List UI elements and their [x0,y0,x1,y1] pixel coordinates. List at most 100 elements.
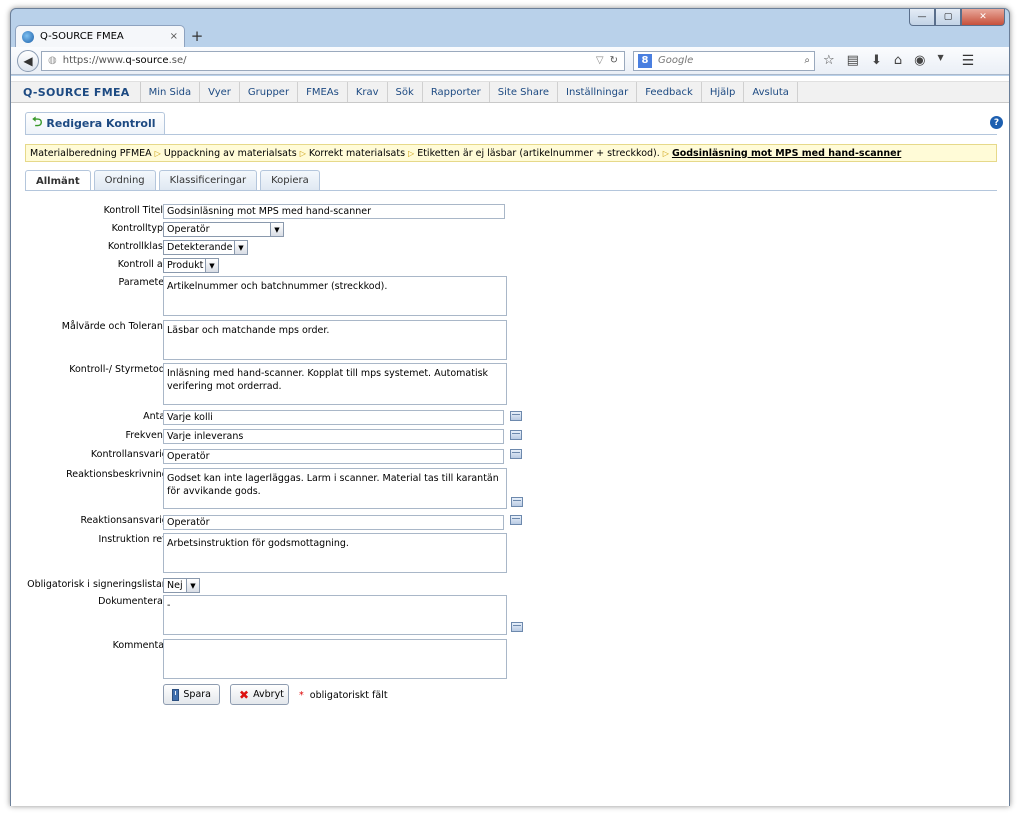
dropdown-arrow-icon[interactable]: ▽ [596,55,604,66]
tab-allmant[interactable]: Allmänt [25,170,91,191]
search-placeholder: Google [658,55,694,66]
magnifier-icon[interactable]: ⌕ [804,55,810,66]
menu-item-sok[interactable]: Sök [388,82,423,102]
form-tabs: Allmänt Ordning Klassificeringar Kopiera [25,170,320,191]
close-window-button[interactable]: ✕ [961,9,1005,26]
page-title: Redigera Kontroll [46,117,156,130]
toolbar-icons: ☆ ▤ ⬇ ⌂ ◉ ▼ [823,53,944,68]
menu-item-krav[interactable]: Krav [348,82,388,102]
class-label: Kontrollklass: [107,241,171,252]
chevron-down-icon: ▼ [186,579,199,592]
breadcrumb-separator-icon: ▷ [408,148,415,158]
menu-item-installningar[interactable]: Inställningar [558,82,638,102]
addon-dropdown-icon[interactable]: ▼ [937,53,943,68]
addon-icon[interactable]: ◉ [914,53,925,68]
browser-tab[interactable]: Q-SOURCE FMEA × [15,25,185,47]
clipboard-icon[interactable]: ▤ [847,53,859,68]
bookmark-star-icon[interactable]: ☆ [823,53,835,68]
menu-item-hjalp[interactable]: Hjälp [702,82,745,102]
doc-textarea[interactable]: - [163,595,507,635]
save-button[interactable]: Spara [163,684,220,705]
menu-item-vyer[interactable]: Vyer [200,82,240,102]
mandatory-label: Obligatorisk i signeringslistan: [27,579,171,590]
amount-picker-icon[interactable] [510,411,522,421]
download-icon[interactable]: ⬇ [871,53,882,68]
tab-ordning[interactable]: Ordning [93,170,156,190]
breadcrumb-separator-icon: ▷ [154,148,161,158]
breadcrumb-separator-icon: ▷ [662,148,669,158]
menu-item-rapporter[interactable]: Rapporter [423,82,490,102]
url-text: https://www.q-source.se/ [62,55,187,66]
tab-close-icon[interactable]: × [170,31,178,42]
reload-icon[interactable]: ↻ [610,55,618,66]
app-menu-bar: Q-SOURCE FMEA Min Sida Vyer Grupper FMEA… [11,81,1009,103]
app-brand[interactable]: Q-SOURCE FMEA [11,82,141,102]
page-header: ⮌ Redigera Kontroll [25,112,165,134]
close-icon: ✖ [239,687,250,702]
menu-item-fmeas[interactable]: FMEAs [298,82,348,102]
target-textarea[interactable]: Läsbar och matchande mps order. [163,320,507,360]
title-input[interactable]: Godsinläsning mot MPS med hand-scanner [163,204,505,219]
breadcrumb-item[interactable]: Uppackning av materialsats [164,148,297,159]
breadcrumb: Materialberedning PFMEA ▷ Uppackning av … [25,144,997,162]
mandatory-select[interactable]: Nej ▼ [163,578,200,593]
reaction-resp-picker-icon[interactable] [510,515,522,525]
freq-input[interactable]: Varje inleverans [163,429,504,444]
comment-textarea[interactable] [163,639,507,679]
method-label: Kontroll-/ Styrmetod : [69,364,171,375]
title-label: Kontroll Titel:* [104,205,171,216]
address-bar[interactable]: ◍ https://www.q-source.se/ ▽ ↻ [41,50,625,71]
breadcrumb-item[interactable]: Etiketten är ej läsbar (artikelnummer + … [417,148,660,159]
window-controls: — ▢ ✕ [909,9,1005,26]
maximize-button[interactable]: ▢ [935,9,961,26]
cancel-button[interactable]: ✖ Avbryt [230,684,289,705]
reaction-resp-input[interactable]: Operatör [163,515,504,530]
reaction-textarea[interactable]: Godset kan inte lagerläggas. Larm i scan… [163,468,507,509]
new-tab-button[interactable]: + [185,25,209,47]
param-textarea[interactable]: Artikelnummer och batchnummer (streckkod… [163,276,507,316]
instr-textarea[interactable]: Arbetsinstruktion för godsmottagning. [163,533,507,573]
breadcrumb-item[interactable]: Materialberedning PFMEA [30,148,152,159]
browser-tabstrip: Q-SOURCE FMEA × + [15,23,209,47]
by-select[interactable]: Produkt ▼ [163,258,219,273]
page-viewport: Q-SOURCE FMEA Min Sida Vyer Grupper FMEA… [11,76,1009,806]
class-select[interactable]: Detekterande ▼ [163,240,248,255]
tab-kopiera[interactable]: Kopiera [260,170,320,190]
menu-item-min-sida[interactable]: Min Sida [141,82,201,102]
breadcrumb-current[interactable]: Godsinläsning mot MPS med hand-scanner [672,148,901,159]
breadcrumb-separator-icon: ▷ [299,148,306,158]
menu-item-feedback[interactable]: Feedback [637,82,702,102]
resp-input[interactable]: Operatör [163,449,504,464]
qsource-favicon-icon [22,30,34,43]
resp-picker-icon[interactable] [510,449,522,459]
back-arrow-icon: ◀ [23,53,33,68]
tab-klassificeringar[interactable]: Klassificeringar [158,170,258,190]
back-button[interactable]: ◀ [17,49,39,72]
globe-icon: ◍ [48,55,57,66]
home-icon[interactable]: ⌂ [894,53,902,68]
menu-item-avsluta[interactable]: Avsluta [744,82,798,102]
type-select[interactable]: Operatör ▼ [163,222,284,237]
class-select-value: Detekterande [167,242,233,253]
cancel-button-label: Avbryt [253,689,284,700]
menu-item-grupper[interactable]: Grupper [240,82,299,102]
doc-label: Dokumenteras: [98,596,171,607]
menu-item-site-share[interactable]: Site Share [490,82,559,102]
required-mark: * [299,690,304,701]
resp-label: Kontrollansvarig: [90,449,171,460]
minimize-button[interactable]: — [909,9,935,26]
instr-label: Instruktion ref.: [98,534,171,545]
method-textarea[interactable]: Inläsning med hand-scanner. Kopplat till… [163,363,507,405]
freq-picker-icon[interactable] [510,430,522,440]
breadcrumb-item[interactable]: Korrekt materialsats [309,148,405,159]
google-icon[interactable]: 8 [638,53,652,68]
chevron-down-icon: ▼ [270,223,283,236]
tabs-divider [25,190,997,191]
hamburger-menu-icon[interactable]: ☰ [962,53,975,69]
reaction-picker-icon[interactable] [511,497,523,507]
browser-tab-title: Q-SOURCE FMEA [40,31,124,42]
help-icon[interactable]: ? [990,116,1003,129]
amount-input[interactable]: Varje kolli [163,410,504,425]
search-bar[interactable]: 8 Google ⌕ [633,50,815,71]
doc-picker-icon[interactable] [511,622,523,632]
